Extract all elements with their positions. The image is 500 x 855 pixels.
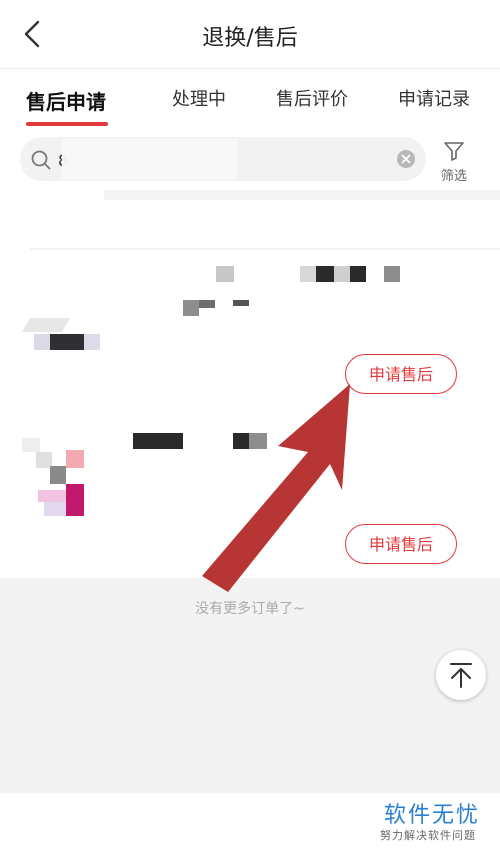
redacted-block [199,300,215,308]
clear-icon[interactable] [396,149,416,169]
redacted-block [334,266,350,282]
product-thumbnail [22,438,40,452]
list-footer: 没有更多订单了~ [0,578,500,793]
end-of-list-text: 没有更多订单了~ [195,601,305,617]
product-thumbnail [34,334,50,350]
redacted-block [316,266,334,282]
app-header: 退换/售后 [0,0,500,68]
tab-after-sale-review[interactable]: 售后评价 [276,85,348,111]
tab-bar: 售后申请 处理中 售后评价 申请记录 [0,68,500,128]
redacted-block [133,433,183,449]
product-thumbnail [21,318,71,332]
product-thumbnail [84,334,100,350]
back-to-top-button[interactable] [436,650,486,700]
page-title: 退换/售后 [202,26,298,51]
active-tab-indicator [26,122,108,126]
redacted-block [300,266,316,282]
product-thumbnail [38,490,66,502]
filter-button[interactable]: 筛选 [432,137,476,184]
tab-apply-records[interactable]: 申请记录 [398,85,470,111]
product-thumbnail [66,484,84,516]
product-thumbnail [66,450,84,468]
watermark-subtitle: 努力解决软件问题 [380,829,476,842]
product-thumbnail [50,334,84,350]
redacted-block [183,300,199,316]
redacted-block [233,300,249,306]
filter-label: 筛选 [440,169,467,184]
filter-funnel-icon [444,142,464,161]
product-thumbnail [44,502,66,516]
redacted-block [350,266,366,282]
watermark-area: 软件无忧 努力解决软件问题 [0,793,500,855]
back-to-top-icon [450,663,472,688]
product-thumbnail [50,466,66,484]
redaction-patch [62,139,238,179]
redacted-block [384,266,400,282]
search-icon [31,150,51,170]
tab-processing[interactable]: 处理中 [172,85,226,111]
watermark-title: 软件无忧 [383,803,480,828]
annotation-arrow [202,384,350,592]
tab-after-sale-apply[interactable]: 售后申请 [26,86,106,115]
search-row: 筛选 [0,127,500,189]
redacted-block [30,248,500,250]
redacted-block [216,266,234,282]
